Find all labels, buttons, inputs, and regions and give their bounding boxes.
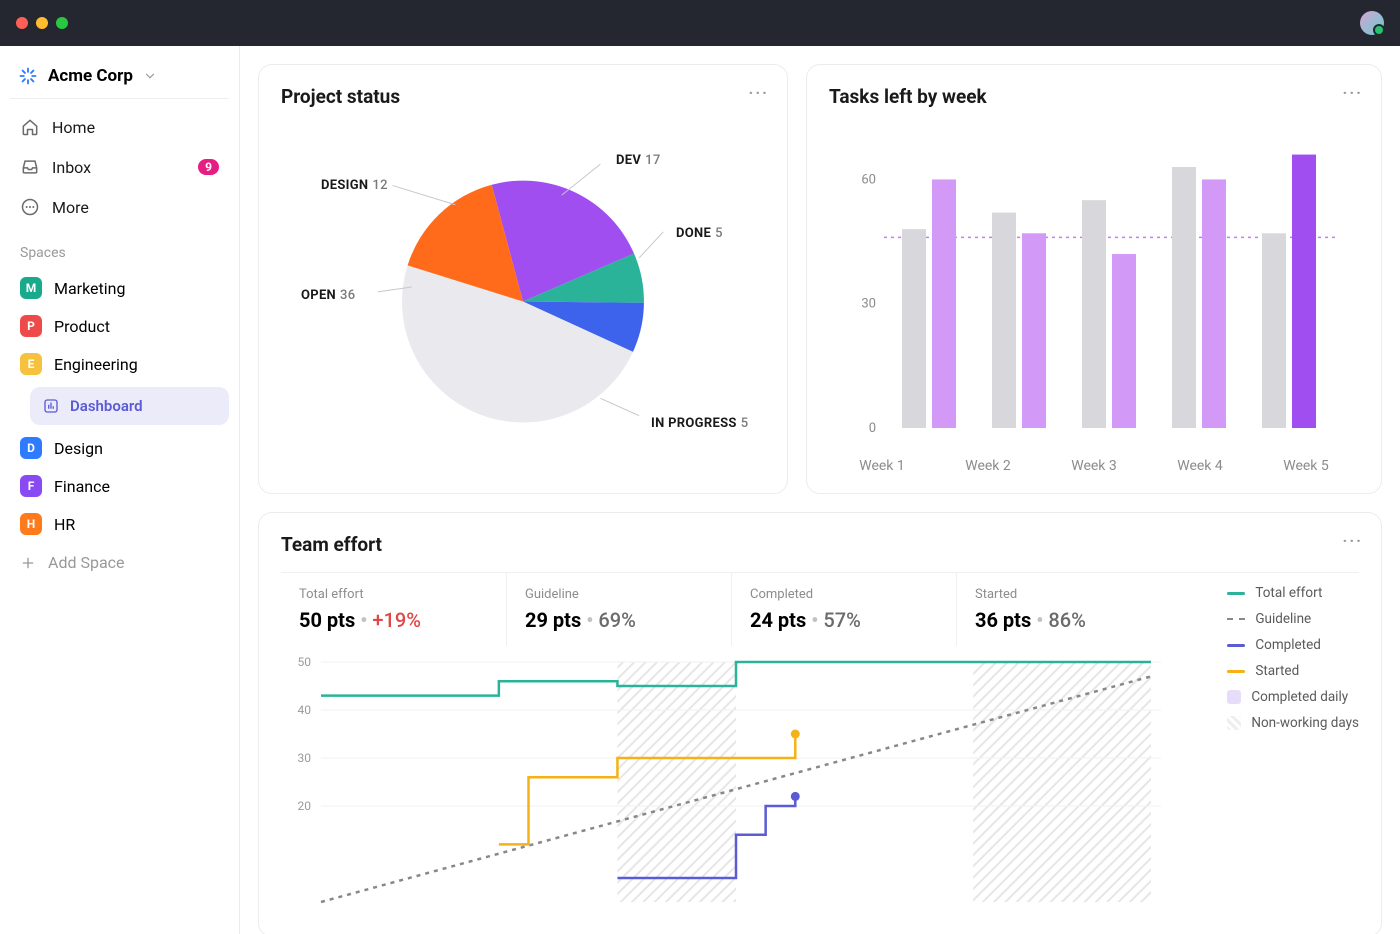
space-name: Finance [54,477,110,496]
metric-completed: Completed 24 pts • 57% [731,573,956,646]
space-item-design[interactable]: D Design [10,429,229,467]
space-icon: F [20,475,42,497]
nav-inbox[interactable]: Inbox 9 [10,147,229,187]
inbox-icon [20,157,40,177]
svg-text:50: 50 [298,655,312,669]
inbox-badge: 9 [198,159,219,175]
tasks-left-menu[interactable]: ··· [1343,83,1363,102]
svg-text:30: 30 [298,751,312,765]
home-icon [20,117,40,137]
metric-total-effort: Total effort 50 pts • +19% [281,573,506,646]
workspace-switcher[interactable]: Acme Corp [10,60,229,99]
project-status-title: Project status [281,85,765,108]
team-effort-chart: 20 30 40 50 [281,652,1161,912]
team-effort-menu[interactable]: ··· [1343,531,1363,550]
dashboard-icon [42,397,60,415]
svg-text:30: 30 [861,297,876,312]
maximize-window-button[interactable] [56,17,68,29]
nav-home-label: Home [52,118,95,137]
space-item-product[interactable]: P Product [10,307,229,345]
add-space-button[interactable]: Add Space [10,543,229,582]
pie-label-open: OPEN36 [301,288,355,303]
svg-text:0: 0 [869,421,876,436]
pie-label-inprogress: IN PROGRESS5 [651,416,748,431]
metric-started: Started 36 pts • 86% [956,573,1181,646]
team-effort-title: Team effort [281,533,1359,556]
nav-more[interactable]: More [10,187,229,227]
space-subitem-dashboard[interactable]: Dashboard [30,387,229,425]
close-window-button[interactable] [16,17,28,29]
space-name: Product [54,317,110,336]
space-name: Design [54,439,103,458]
spaces-heading: Spaces [10,227,229,269]
space-item-engineering[interactable]: E Engineering [10,345,229,383]
user-avatar[interactable] [1360,11,1384,35]
minimize-window-button[interactable] [36,17,48,29]
add-space-label: Add Space [48,553,125,572]
nav-inbox-label: Inbox [52,158,91,177]
svg-text:60: 60 [861,172,876,187]
workspace-logo-icon [18,66,38,86]
chevron-down-icon [143,69,157,83]
project-status-pie [281,108,765,466]
more-icon [20,197,40,217]
space-name: HR [54,515,75,534]
svg-text:40: 40 [298,703,312,717]
pie-label-design: DESIGN12 [321,178,388,193]
nav-home[interactable]: Home [10,107,229,147]
pie-label-done: DONE5 [676,226,723,241]
tasks-left-x-axis: Week 1Week 2Week 3Week 4Week 5 [829,458,1359,474]
tasks-left-title: Tasks left by week [829,85,1359,108]
svg-text:20: 20 [298,799,312,813]
project-status-menu[interactable]: ··· [749,83,769,102]
space-name: Marketing [54,279,125,298]
team-effort-legend: Total effort Guideline Completed Started… [1227,585,1359,741]
metric-guideline: Guideline 29 pts • 69% [506,573,731,646]
sidebar: Acme Corp Home Inbox 9 More Spaces M Mark… [0,46,240,934]
space-name: Engineering [54,355,138,374]
tasks-left-card: Tasks left by week ··· 0 30 60 Week 1Week … [806,64,1382,494]
plus-icon [20,555,36,571]
window-titlebar [0,0,1400,46]
main-content: Project status ··· DESIGN12 OPEN36 DEV17… [240,46,1400,934]
pie-label-dev: DEV17 [616,153,661,168]
dashboard-label: Dashboard [70,397,143,415]
space-item-finance[interactable]: F Finance [10,467,229,505]
space-item-hr[interactable]: H HR [10,505,229,543]
workspace-name: Acme Corp [48,66,133,86]
space-icon: H [20,513,42,535]
space-icon: D [20,437,42,459]
tasks-left-chart: 0 30 60 [829,108,1359,448]
team-effort-card: Team effort ··· Total effort Guideline C… [258,512,1382,934]
effort-metrics: Total effort 50 pts • +19% Guideline 29 … [281,572,1359,646]
window-controls [16,17,68,29]
space-icon: P [20,315,42,337]
project-status-card: Project status ··· DESIGN12 OPEN36 DEV17… [258,64,788,494]
space-icon: E [20,353,42,375]
space-icon: M [20,277,42,299]
nav-more-label: More [52,198,89,217]
space-item-marketing[interactable]: M Marketing [10,269,229,307]
